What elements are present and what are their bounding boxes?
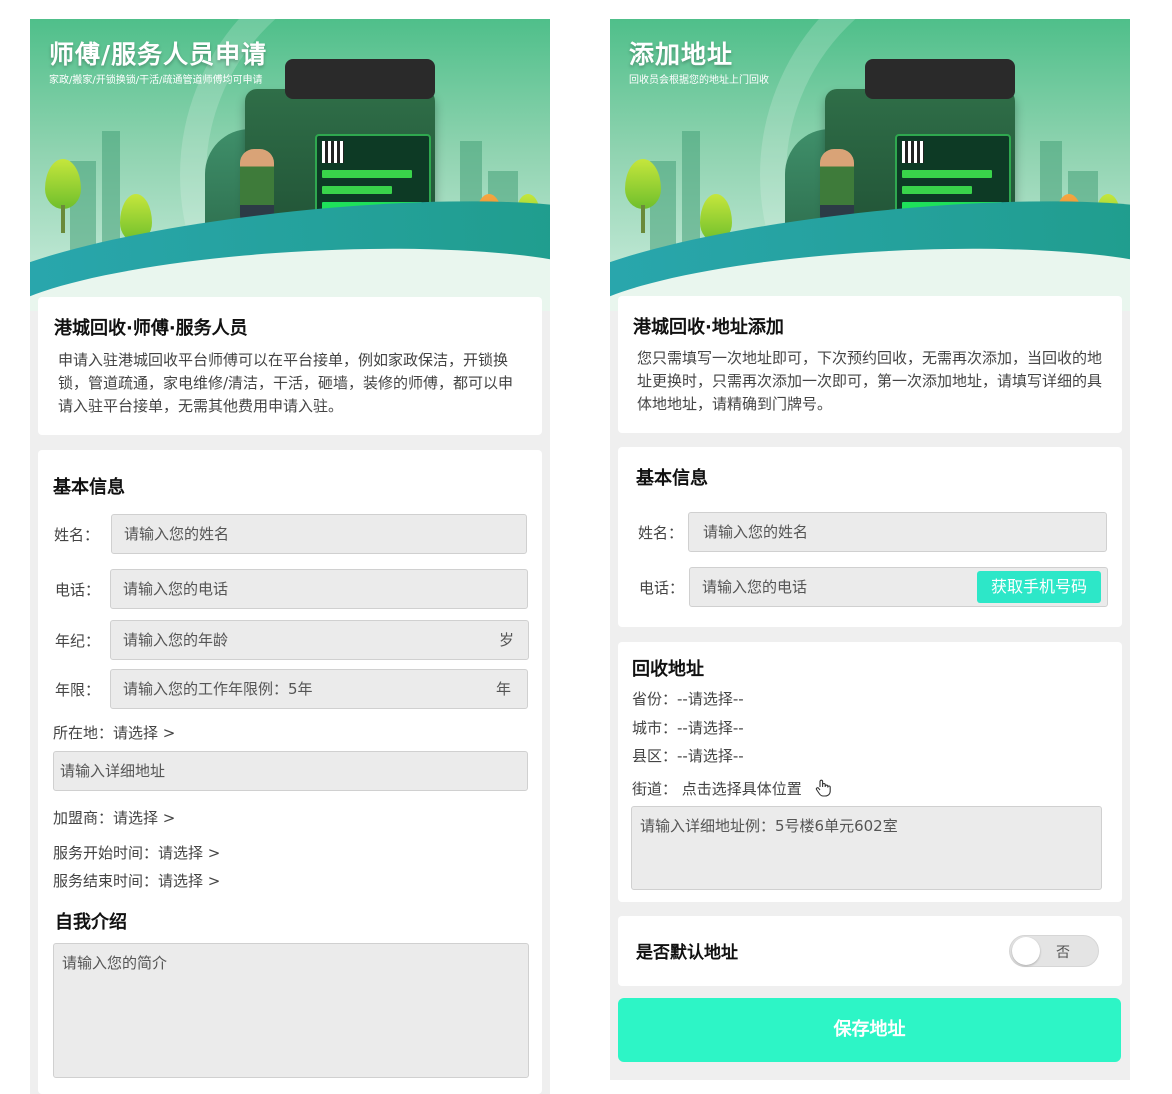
detail-address-textarea[interactable]: 请输入详细地址例：5号楼6单元602室 [631, 806, 1102, 890]
start-time-select[interactable]: 服务开始时间：请选择 > [53, 842, 220, 863]
banner-subtitle: 回收员会根据您的地址上门回收 [629, 75, 769, 86]
district-select[interactable]: 县区：--请选择-- [632, 745, 744, 766]
age-placeholder: 请输入您的年龄 [123, 631, 229, 649]
province-select[interactable]: 省份：--请选择-- [632, 688, 744, 709]
basic-info-card: 基本信息 姓名： 请输入您的姓名 电话： 请输入您的电话 年纪： 请输入您的年龄… [38, 450, 542, 1094]
get-phone-button[interactable]: 获取手机号码 [977, 571, 1101, 603]
save-address-button[interactable]: 保存地址 [618, 998, 1121, 1062]
age-input[interactable]: 请输入您的年龄 岁 [110, 620, 529, 660]
address-input[interactable]: 请输入详细地址 [53, 751, 528, 791]
phone-placeholder: 请输入您的电话 [702, 578, 808, 596]
street-select[interactable]: 街道： 点击选择具体位置 [632, 778, 833, 802]
intro-title: 港城回收·师傅·服务人员 [54, 318, 248, 339]
default-address-toggle[interactable]: 否 [1009, 935, 1099, 967]
years-unit: 年 [495, 680, 511, 698]
street-label: 街道： 点击选择具体位置 [632, 780, 802, 798]
intro-title: 港城回收·地址添加 [633, 317, 784, 338]
years-label: 年限： [55, 681, 101, 699]
address-title: 回收地址 [632, 659, 704, 680]
franchise-select[interactable]: 加盟商：请选择 > [53, 807, 175, 828]
phone-label: 电话： [639, 579, 685, 597]
end-time-select[interactable]: 服务结束时间：请选择 > [53, 870, 220, 891]
banner-subtitle: 家政/搬家/开锁换锁/干活/疏通管道师傅均可申请 [49, 75, 263, 86]
phone-input[interactable]: 请输入您的电话 [110, 569, 528, 609]
city-select[interactable]: 城市：--请选择-- [632, 717, 744, 738]
intro-text: 申请入驻港城回收平台师傅可以在平台接单，例如家政保洁，开锁换锁，管道疏通，家电维… [58, 351, 514, 415]
age-label: 年纪： [55, 632, 101, 650]
years-input[interactable]: 请输入您的工作年限例：5年 年 [110, 669, 528, 709]
location-select[interactable]: 所在地：请选择 > [53, 722, 175, 743]
master-application-screen: 师傅/服务人员申请 家政/搬家/开锁换锁/干活/疏通管道师傅均可申请 港城回收·… [30, 19, 550, 1094]
basic-info-title: 基本信息 [636, 468, 708, 489]
age-unit: 岁 [498, 631, 514, 649]
banner-title: 师傅/服务人员申请 [49, 40, 268, 69]
name-label: 姓名： [54, 526, 100, 544]
name-input[interactable]: 请输入您的姓名 [688, 512, 1107, 552]
address-card: 回收地址 省份：--请选择-- 城市：--请选择-- 县区：--请选择-- 街道… [618, 642, 1122, 902]
basic-info-title: 基本信息 [53, 477, 125, 498]
years-placeholder: 请输入您的工作年限例：5年 [123, 680, 313, 698]
basic-info-card: 基本信息 姓名： 请输入您的姓名 电话： 请输入您的电话 获取手机号码 [618, 447, 1122, 627]
banner-title: 添加地址 [629, 40, 734, 69]
name-label: 姓名： [638, 524, 684, 542]
intro-text: 您只需填写一次地址即可，下次预约回收，无需再次添加，当回收的地址更换时，只需再次… [637, 349, 1103, 413]
banner: 添加地址 回收员会根据您的地址上门回收 [610, 19, 1130, 311]
name-input[interactable]: 请输入您的姓名 [111, 514, 527, 554]
self-intro-title: 自我介绍 [55, 912, 127, 933]
banner: 师傅/服务人员申请 家政/搬家/开锁换锁/干活/疏通管道师傅均可申请 [30, 19, 550, 311]
default-address-card: 是否默认地址 否 [618, 916, 1122, 986]
self-intro-textarea[interactable]: 请输入您的简介 [53, 943, 529, 1078]
default-address-label: 是否默认地址 [636, 943, 738, 963]
add-address-screen: 添加地址 回收员会根据您的地址上门回收 港城回收·地址添加 您只需填写一次地址即… [610, 19, 1130, 1080]
toggle-text: 否 [1056, 945, 1070, 961]
phone-label: 电话： [55, 581, 101, 599]
intro-card: 港城回收·师傅·服务人员 申请入驻港城回收平台师傅可以在平台接单，例如家政保洁，… [38, 297, 542, 435]
intro-card: 港城回收·地址添加 您只需填写一次地址即可，下次预约回收，无需再次添加，当回收的… [618, 296, 1122, 433]
hand-pointer-icon [813, 778, 833, 802]
